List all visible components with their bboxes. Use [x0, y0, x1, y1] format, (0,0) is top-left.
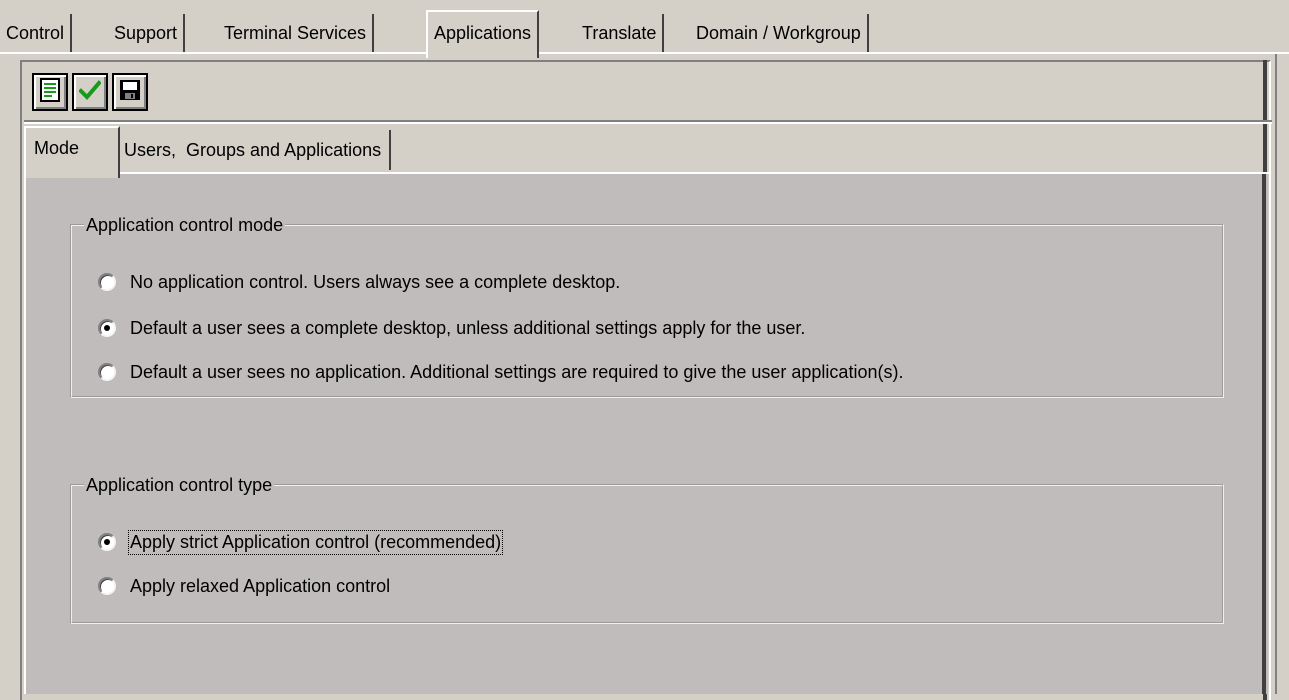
control-type-option-strict-label: Apply strict Application control (recomm… — [127, 529, 504, 555]
tab-domain-workgroup-label: Domain / Workgroup — [696, 23, 861, 43]
radio-button[interactable] — [98, 363, 116, 381]
control-mode-option-no-application-label: Default a user sees no application. Addi… — [130, 361, 904, 382]
tab-terminal-services[interactable]: Terminal Services — [218, 14, 375, 52]
application-control-mode-legend: Application control mode — [84, 213, 286, 237]
tab-support-label: Support — [114, 23, 178, 43]
tab-mode-label: Mode — [34, 138, 80, 158]
tab-applications-label: Applications — [434, 23, 532, 43]
control-type-option-relaxed-label: Apply relaxed Application control — [130, 575, 391, 596]
tab-control-label: Control — [6, 23, 65, 43]
tab-domain-workgroup[interactable]: Domain / Workgroup — [690, 14, 869, 52]
radio-button-checked[interactable] — [98, 319, 116, 337]
control-mode-option-complete-desktop-label: Default a user sees a complete desktop, … — [130, 317, 806, 338]
tab-users-groups-applications-label: Users, Groups and Applications — [124, 140, 382, 160]
document-icon — [40, 77, 60, 107]
control-mode-option-complete-desktop[interactable]: Default a user sees a complete desktop, … — [98, 314, 805, 342]
tab-users-groups-applications[interactable]: Users, Groups and Applications — [116, 130, 392, 170]
tab-terminal-services-label: Terminal Services — [224, 23, 367, 43]
toolbar — [32, 73, 1272, 115]
control-type-option-relaxed[interactable]: Apply relaxed Application control — [98, 572, 390, 600]
radio-button[interactable] — [98, 577, 116, 595]
tab-translate-label: Translate — [582, 23, 657, 43]
control-mode-option-none[interactable]: No application control. Users always see… — [98, 268, 620, 296]
checkmark-icon — [78, 79, 102, 105]
application-control-type-legend: Application control type — [84, 473, 275, 497]
application-control-mode-group: Application control mode No application … — [70, 213, 1224, 398]
control-mode-option-none-label: No application control. Users always see… — [130, 271, 621, 292]
tab-support[interactable]: Support — [108, 14, 186, 52]
save-button[interactable] — [112, 73, 148, 111]
tab-applications[interactable]: Applications — [426, 10, 540, 58]
radio-button[interactable] — [98, 273, 116, 291]
sub-tab-strip: Mode Users, Groups and Applications — [24, 126, 1272, 178]
tab-mode[interactable]: Mode — [24, 126, 120, 178]
radio-button-checked[interactable] — [98, 533, 116, 551]
control-type-option-strict[interactable]: Apply strict Application control (recomm… — [98, 528, 504, 556]
control-mode-option-no-application[interactable]: Default a user sees no application. Addi… — [98, 358, 903, 386]
tab-control[interactable]: Control — [0, 14, 73, 52]
mode-panel-right-shadow — [1262, 174, 1266, 694]
mode-panel: Application control mode No application … — [24, 174, 1268, 694]
tab-translate[interactable]: Translate — [576, 14, 665, 52]
application-control-type-group: Application control type Apply strict Ap… — [70, 473, 1224, 624]
save-icon — [119, 79, 141, 106]
apply-button[interactable] — [72, 73, 108, 111]
main-tab-strip: Control Support Terminal Services Applic… — [0, 0, 1289, 58]
new-document-button[interactable] — [32, 73, 68, 111]
window-right-frame — [1275, 54, 1289, 694]
toolbar-divider-highlight — [24, 122, 1272, 124]
sub-tab-divider — [24, 172, 1269, 174]
tab-strip-divider — [0, 52, 1289, 54]
